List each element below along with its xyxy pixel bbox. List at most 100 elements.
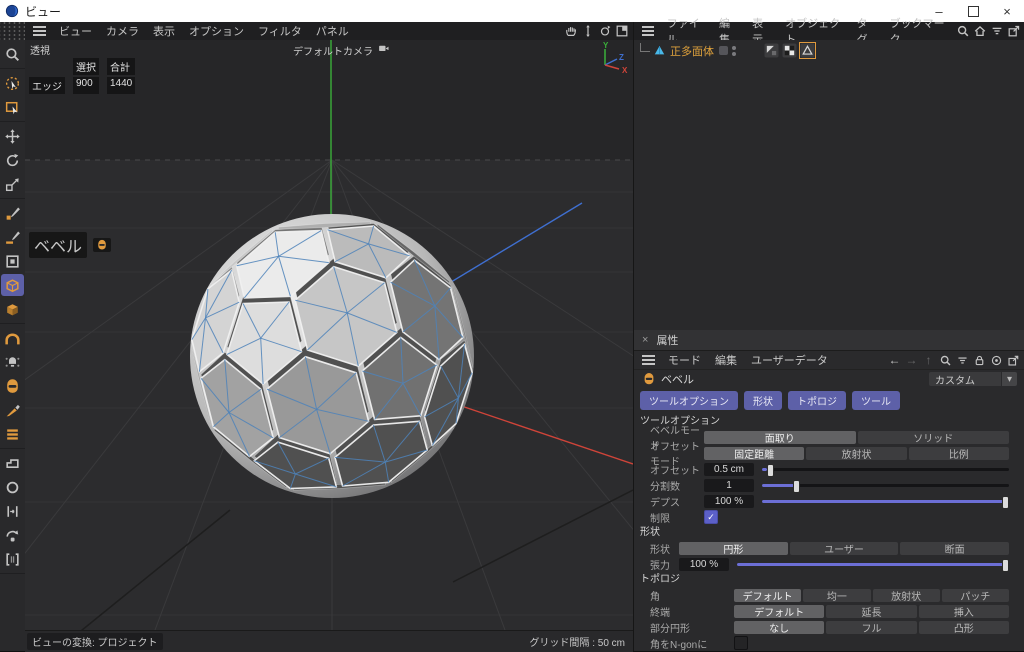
focus-icon[interactable] — [988, 352, 1005, 368]
camera-label[interactable]: デフォルトカメラ — [293, 41, 390, 59]
object-manager-hamburger-icon[interactable] — [642, 30, 654, 32]
slider[interactable] — [762, 479, 1009, 492]
viewport[interactable]: 透視 デフォルトカメラ 選択合計 エッジ9001440 ベベル YZX — [25, 40, 633, 630]
live-selection-icon[interactable] — [1, 72, 24, 94]
insert-icon[interactable] — [1, 500, 24, 522]
object-name[interactable]: 正多面体 — [670, 43, 714, 59]
viewport-menu-パネル[interactable]: パネル — [309, 23, 356, 39]
option-延長[interactable]: 延長 — [826, 605, 916, 618]
panel-close-icon[interactable]: × — [642, 334, 648, 346]
option-デフォルト[interactable]: デフォルト — [734, 589, 801, 602]
back-icon[interactable]: ← — [886, 352, 903, 368]
value-field[interactable]: 100 % — [679, 558, 729, 571]
option-凸形[interactable]: 凸形 — [919, 621, 1009, 634]
selection-tag-icon[interactable] — [764, 43, 779, 58]
slider[interactable] — [762, 463, 1009, 476]
point-tool-icon[interactable] — [1, 202, 24, 224]
popout-icon[interactable] — [1005, 23, 1022, 39]
preset-dropdown[interactable]: カスタム ▾ — [929, 372, 1017, 386]
slider[interactable] — [737, 558, 1009, 571]
option-放射状[interactable]: 放射状 — [806, 447, 906, 460]
knife-icon[interactable] — [1, 399, 24, 421]
tab-トポロジ[interactable]: トポロジ — [788, 391, 846, 410]
option-比例[interactable]: 比例 — [909, 447, 1009, 460]
close-button[interactable]: × — [990, 0, 1024, 22]
attribute-hamburger-icon[interactable] — [642, 359, 655, 361]
visibility-dots[interactable] — [732, 46, 736, 56]
camera-icon[interactable] — [378, 41, 390, 59]
uvw-tag-icon[interactable] — [782, 43, 797, 58]
viewport-menu-ビュー[interactable]: ビュー — [52, 23, 99, 39]
maximize-button[interactable] — [956, 0, 990, 22]
viewport-menu-カメラ[interactable]: カメラ — [99, 23, 146, 39]
rectangle-selection-icon[interactable] — [1, 96, 24, 118]
phong-tag-icon[interactable] — [800, 43, 815, 58]
slider-handle[interactable] — [1002, 496, 1009, 509]
value-field[interactable]: 100 % — [704, 495, 754, 508]
polygon-tool-icon[interactable] — [1, 250, 24, 272]
filter-icon[interactable] — [954, 352, 971, 368]
filter-icon[interactable] — [988, 23, 1005, 39]
tab-形状[interactable]: 形状 — [744, 391, 782, 410]
attribute-menu-ユーザーデータ[interactable]: ユーザーデータ — [744, 352, 835, 368]
attribute-menu-編集[interactable]: 編集 — [708, 352, 744, 368]
option-均一[interactable]: 均一 — [803, 589, 870, 602]
tab-ツール[interactable]: ツール — [852, 391, 900, 410]
tab-ツールオプション[interactable]: ツールオプション — [640, 391, 738, 410]
orbit-icon[interactable] — [596, 23, 613, 39]
up-icon[interactable]: ↑ — [920, 352, 937, 368]
platonic-object-icon[interactable] — [653, 44, 666, 57]
circle-tool-icon[interactable] — [1, 476, 24, 498]
search-icon[interactable] — [954, 23, 971, 39]
scale-icon[interactable] — [1, 173, 24, 195]
option-デフォルト[interactable]: デフォルト — [734, 605, 824, 618]
dolly-icon[interactable] — [579, 23, 596, 39]
object-row[interactable]: 正多面体 — [640, 42, 1024, 59]
option-ユーザー[interactable]: ユーザー — [790, 542, 899, 555]
viewport-menu-表示[interactable]: 表示 — [146, 23, 182, 39]
toggle-view-icon[interactable] — [613, 23, 630, 39]
slider-handle[interactable] — [1002, 559, 1009, 572]
option-放射状[interactable]: 放射状 — [873, 589, 940, 602]
option-円形[interactable]: 円形 — [679, 542, 788, 555]
slider[interactable] — [762, 495, 1009, 508]
object-enable-toggle[interactable] — [719, 46, 728, 55]
forward-icon[interactable]: → — [903, 352, 920, 368]
viewport-menu-オプション[interactable]: オプション — [182, 23, 251, 39]
value-field[interactable]: 0.5 cm — [704, 463, 754, 476]
viewport-3d-scene[interactable] — [25, 40, 633, 630]
zoom-icon[interactable] — [1, 43, 24, 65]
rotate-icon[interactable] — [1, 149, 24, 171]
grab-icon[interactable] — [1, 524, 24, 546]
option-断面[interactable]: 断面 — [900, 542, 1009, 555]
edge-tool-icon[interactable] — [1, 226, 24, 248]
bridge-icon[interactable] — [1, 327, 24, 349]
clamp-icon[interactable] — [1, 452, 24, 474]
value-field[interactable]: 1 — [704, 479, 754, 492]
slider-handle[interactable] — [767, 464, 774, 477]
toolbar-drag-handle[interactable] — [0, 22, 25, 40]
option-なし[interactable]: なし — [734, 621, 824, 634]
model-tool-icon[interactable] — [1, 298, 24, 320]
slider-handle[interactable] — [793, 480, 800, 493]
option-ソリッド[interactable]: ソリッド — [858, 431, 1010, 444]
section-title-形状[interactable]: 形状 — [634, 525, 1024, 540]
section-title-トポロジ[interactable]: トポロジ — [634, 572, 1024, 587]
loop-cut-icon[interactable] — [1, 423, 24, 445]
mesh-tool-icon[interactable] — [1, 274, 24, 296]
option-面取り[interactable]: 面取り — [704, 431, 856, 444]
attribute-menu-モード[interactable]: モード — [661, 352, 708, 368]
popout-icon[interactable] — [1005, 352, 1022, 368]
option-パッチ[interactable]: パッチ — [942, 589, 1009, 602]
viewport-hamburger-icon[interactable] — [33, 30, 46, 32]
checkbox-角をN-gonに[interactable] — [734, 636, 748, 650]
viewport-menu-フィルタ[interactable]: フィルタ — [251, 23, 309, 39]
search-icon[interactable] — [937, 352, 954, 368]
pan-icon[interactable] — [562, 23, 579, 39]
option-挿入[interactable]: 挿入 — [919, 605, 1009, 618]
option-フル[interactable]: フル — [826, 621, 916, 634]
mask-icon[interactable] — [1, 375, 24, 397]
lock-icon[interactable] — [971, 352, 988, 368]
home-icon[interactable] — [971, 23, 988, 39]
soft-selection-icon[interactable] — [1, 351, 24, 373]
